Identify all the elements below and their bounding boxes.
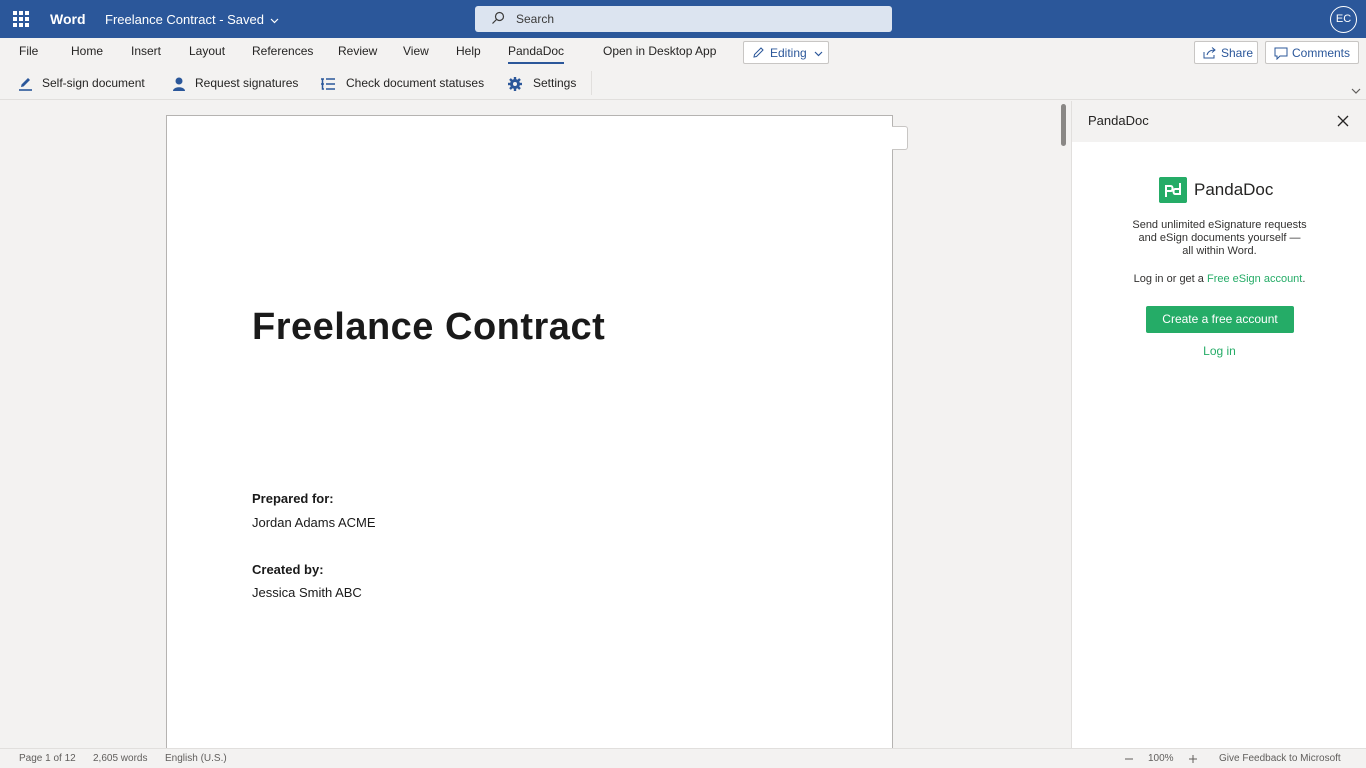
pencil-icon (753, 47, 764, 58)
free-esign-account-link[interactable]: Free eSign account (1207, 273, 1302, 285)
created-by-label: Created by: (252, 562, 324, 577)
request-signatures-button[interactable]: Request signatures (171, 75, 306, 93)
log-in-link[interactable]: Log in (1072, 344, 1366, 358)
tab-help[interactable]: Help (456, 44, 481, 58)
login-prompt-text: Log in or get a (1133, 273, 1207, 285)
tab-layout[interactable]: Layout (189, 44, 225, 58)
save-state: Saved (227, 12, 265, 27)
check-statuses-label: Check document statuses (346, 76, 485, 90)
login-prompt: Log in or get a Free eSign account. (1072, 273, 1366, 285)
editing-label: Editing (770, 46, 807, 60)
prepared-for-value: Jordan Adams ACME (252, 515, 376, 530)
check-document-statuses-button[interactable]: Check document statuses (320, 75, 490, 93)
comment-icon (1274, 47, 1288, 60)
search-box[interactable]: Search (475, 6, 892, 32)
search-icon (492, 11, 505, 24)
share-icon (1203, 47, 1216, 59)
give-feedback-link[interactable]: Give Feedback to Microsoft (1219, 753, 1341, 764)
user-avatar[interactable]: EC (1330, 6, 1357, 33)
tab-review[interactable]: Review (338, 44, 377, 58)
active-tab-indicator (508, 62, 564, 64)
pen-icon (19, 78, 32, 91)
document-page[interactable]: Freelance Contract Prepared for: Jordan … (166, 115, 893, 755)
pane-description: Send unlimited eSignature requests and e… (1072, 219, 1366, 258)
close-icon[interactable] (1336, 114, 1350, 128)
pandadoc-brand-name: PandaDoc (1194, 180, 1274, 199)
zoom-in-icon[interactable] (1188, 754, 1198, 764)
tab-file[interactable]: File (19, 44, 38, 58)
settings-button[interactable]: Settings (507, 75, 582, 93)
chevron-down-icon (270, 18, 279, 24)
share-button[interactable]: Share (1194, 41, 1258, 64)
login-prompt-period: . (1302, 273, 1306, 285)
self-sign-document-button[interactable]: Self-sign document (18, 75, 158, 93)
ribbon: Self-sign document Request signatures Ch… (0, 68, 1366, 100)
description-line: Send unlimited eSignature requests (1132, 219, 1307, 231)
word-count[interactable]: 2,605 words (93, 753, 147, 764)
page-side-tab (892, 126, 908, 150)
tab-view[interactable]: View (403, 44, 429, 58)
request-signatures-label: Request signatures (195, 76, 299, 90)
ribbon-divider (591, 71, 592, 95)
menu-bar: File Home Insert Layout References Revie… (0, 38, 1366, 68)
document-name[interactable]: Freelance Contract - Saved (105, 12, 279, 27)
tab-insert[interactable]: Insert (131, 44, 161, 58)
chevron-down-icon (814, 51, 823, 57)
open-desktop-app-button[interactable]: Open in Desktop App (603, 44, 716, 58)
list-icon (321, 78, 335, 90)
person-icon (173, 77, 185, 91)
settings-label: Settings (533, 76, 577, 90)
pandadoc-pane: PandaDoc PandaDoc Send unlimited eSignat… (1071, 101, 1366, 748)
prepared-for-label: Prepared for: (252, 491, 334, 506)
page-count: Page 1 of 12 (19, 753, 76, 764)
self-sign-label: Self-sign document (42, 76, 145, 90)
created-by-value: Jessica Smith ABC (252, 585, 362, 600)
pandadoc-logo-icon (1159, 177, 1187, 203)
zoom-level[interactable]: 100% (1148, 753, 1174, 764)
description-line: and eSign documents yourself — (1138, 232, 1301, 244)
search-placeholder: Search (516, 12, 555, 26)
document-name-label: Freelance Contract (105, 12, 216, 27)
app-launcher-icon[interactable] (13, 11, 29, 27)
zoom-out-icon[interactable] (1124, 754, 1134, 764)
pane-header: PandaDoc (1072, 101, 1366, 142)
document-canvas[interactable]: Freelance Contract Prepared for: Jordan … (0, 101, 1071, 755)
app-name[interactable]: Word (50, 11, 86, 27)
status-bar: Page 1 of 12 2,605 words English (U.S.) … (0, 748, 1366, 768)
create-free-account-button[interactable]: Create a free account (1146, 306, 1294, 333)
comments-label: Comments (1292, 46, 1351, 60)
collapse-ribbon-icon[interactable] (1350, 86, 1362, 96)
gear-icon (508, 77, 522, 91)
tab-references[interactable]: References (252, 44, 313, 58)
tab-home[interactable]: Home (71, 44, 103, 58)
vertical-scrollbar[interactable] (1061, 104, 1066, 146)
language-indicator[interactable]: English (U.S.) (165, 753, 227, 764)
tab-pandadoc[interactable]: PandaDoc (508, 44, 564, 58)
editing-mode-button[interactable]: Editing (743, 41, 829, 64)
document-title: Freelance Contract (252, 306, 606, 348)
share-label: Share (1221, 46, 1254, 60)
comments-button[interactable]: Comments (1265, 41, 1359, 64)
description-line: all within Word. (1182, 245, 1257, 257)
title-bar: Word Freelance Contract - Saved Search E… (0, 0, 1366, 38)
pane-title: PandaDoc (1088, 113, 1149, 128)
